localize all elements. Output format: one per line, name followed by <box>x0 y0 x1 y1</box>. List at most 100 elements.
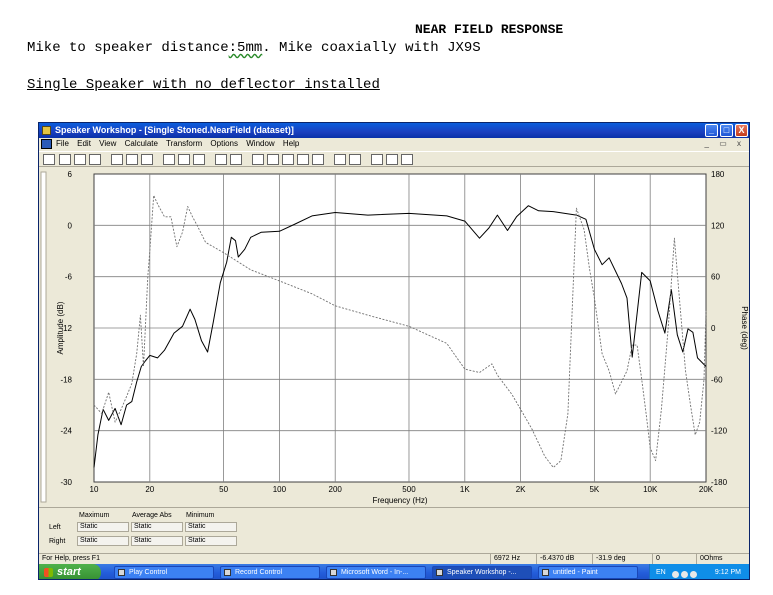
about-icon[interactable] <box>386 154 398 165</box>
graph-window-icon[interactable] <box>282 154 294 165</box>
status-value: 0 <box>652 554 660 564</box>
task-label: Microsoft Word - In-... <box>341 569 409 576</box>
menu-help[interactable]: Help <box>283 139 299 148</box>
open-folder-icon[interactable] <box>126 154 138 165</box>
task-play-control[interactable]: Play Control <box>114 566 214 579</box>
summary-left-maximum: Static <box>77 522 129 532</box>
toolbar <box>39 151 749 167</box>
task-label: Play Control <box>129 569 168 576</box>
x-tick-label: 1K <box>460 485 470 494</box>
task-microsoft-word[interactable]: Microsoft Word - In-... <box>326 566 426 579</box>
paint-icon <box>542 569 549 576</box>
status-ohms: 0Ohms <box>696 554 723 564</box>
x-tick-label: 5K <box>589 485 599 494</box>
y-tick-label: 6 <box>68 170 73 179</box>
status-phase: -31.9 deg <box>592 554 626 564</box>
maximize-button[interactable]: □ <box>720 124 733 137</box>
new-file-icon[interactable] <box>111 154 123 165</box>
menu-window[interactable]: Window <box>246 139 274 148</box>
x-tick-label: 10 <box>90 485 99 494</box>
document-description: Mike to speaker distance:5mm. Mike coaxi… <box>27 40 481 56</box>
start-label: start <box>57 566 81 578</box>
window-title: Speaker Workshop - [Single Stoned.NearFi… <box>55 125 294 135</box>
app-icon <box>436 569 443 576</box>
status-amplitude: -6.4370 dB <box>536 554 574 564</box>
cut-icon[interactable] <box>163 154 175 165</box>
mdi-window-controls[interactable]: _ ▭ x <box>705 138 745 150</box>
x-tick-label: 2K <box>516 485 526 494</box>
network-icon[interactable] <box>672 571 679 578</box>
x-tick-label: 10K <box>643 485 658 494</box>
print-icon[interactable] <box>371 154 383 165</box>
menu-view[interactable]: View <box>99 139 116 148</box>
camera-tool-icon[interactable] <box>74 154 86 165</box>
document-title: NEAR FIELD RESPONSE <box>415 22 564 37</box>
menu-calculate[interactable]: Calculate <box>125 139 158 148</box>
y2-tick-label: -60 <box>711 375 723 384</box>
summary-header-average: Average Abs <box>132 512 172 519</box>
summary-row-label-left: Left <box>49 524 61 531</box>
context-help-icon[interactable] <box>401 154 413 165</box>
frequency-response-chart: 10 20 50 100 200 500 1K 2K 5K 10K 20K60-6-12-18-24… <box>39 168 749 506</box>
x-tick-label: 50 <box>219 485 228 494</box>
security-icon[interactable] <box>690 571 697 578</box>
start-button[interactable]: start <box>39 564 101 579</box>
speaker-icon <box>118 569 125 576</box>
status-help-text: For Help, press F1 <box>42 555 100 562</box>
task-record-control[interactable]: Record Control <box>220 566 320 579</box>
paste-icon[interactable] <box>193 154 205 165</box>
y2-tick-label: -120 <box>711 427 728 436</box>
spellcheck-mark: :5mm <box>228 40 263 56</box>
pointer-tool-icon[interactable] <box>43 154 55 165</box>
meter-tool-icon[interactable] <box>89 154 101 165</box>
x-tick-label: 100 <box>273 485 287 494</box>
menu-file[interactable]: File <box>56 139 69 148</box>
task-label: Speaker Workshop -... <box>447 569 517 576</box>
volume-icon[interactable] <box>681 571 688 578</box>
zoom-in-icon[interactable] <box>334 154 346 165</box>
record-tool-icon[interactable] <box>59 154 71 165</box>
speaker-icon <box>224 569 231 576</box>
system-tray: EN 9:12 PM <box>649 564 749 579</box>
y2-axis-label: Phase (deg) <box>740 306 749 350</box>
y-tick-label: 0 <box>68 221 73 230</box>
zoom-out-icon[interactable] <box>349 154 361 165</box>
windows-taskbar: start Play Control Record Control Micros… <box>39 564 749 579</box>
menu-edit[interactable]: Edit <box>77 139 91 148</box>
summary-right-average: Static <box>131 536 183 546</box>
task-paint[interactable]: untitled - Paint <box>538 566 638 579</box>
window-titlebar[interactable]: Speaker Workshop - [Single Stoned.NearFi… <box>39 123 749 138</box>
save-disk-icon[interactable] <box>141 154 153 165</box>
windows-logo-icon <box>44 568 53 577</box>
menu-options[interactable]: Options <box>210 139 238 148</box>
status-frequency: 6972 Hz <box>490 554 520 564</box>
summary-left-average: Static <box>131 522 183 532</box>
summary-right-minimum: Static <box>185 536 237 546</box>
document-icon[interactable] <box>41 139 52 149</box>
redo-icon[interactable] <box>230 154 242 165</box>
chart-window-icon[interactable] <box>267 154 279 165</box>
summary-panel: Maximum Average Abs Minimum Left Static … <box>39 507 749 552</box>
folder-icon[interactable] <box>252 154 264 165</box>
summary-row-label-right: Right <box>49 538 66 545</box>
summary-header-minimum: Minimum <box>186 512 215 519</box>
x-tick-label: 20 <box>145 485 154 494</box>
language-indicator[interactable]: EN <box>656 569 666 576</box>
undo-icon[interactable] <box>215 154 227 165</box>
copy-icon[interactable] <box>178 154 190 165</box>
speaker-window-icon[interactable] <box>312 154 324 165</box>
y-tick-label: -24 <box>60 427 72 436</box>
close-button[interactable]: X <box>735 124 748 137</box>
y2-tick-label: 60 <box>711 273 720 282</box>
task-speaker-workshop[interactable]: Speaker Workshop -... <box>432 566 532 579</box>
y2-tick-label: 0 <box>711 324 716 333</box>
dataset-window-icon[interactable] <box>297 154 309 165</box>
y-tick-label: -6 <box>65 273 73 282</box>
y-tick-label: -30 <box>60 478 72 487</box>
vertical-ruler[interactable] <box>40 171 47 503</box>
menu-bar: File Edit View Calculate Transform Optio… <box>39 138 749 150</box>
x-axis-label: Frequency (Hz) <box>372 496 427 505</box>
menu-transform[interactable]: Transform <box>166 139 202 148</box>
task-label: untitled - Paint <box>553 569 598 576</box>
minimize-button[interactable]: _ <box>705 124 718 137</box>
